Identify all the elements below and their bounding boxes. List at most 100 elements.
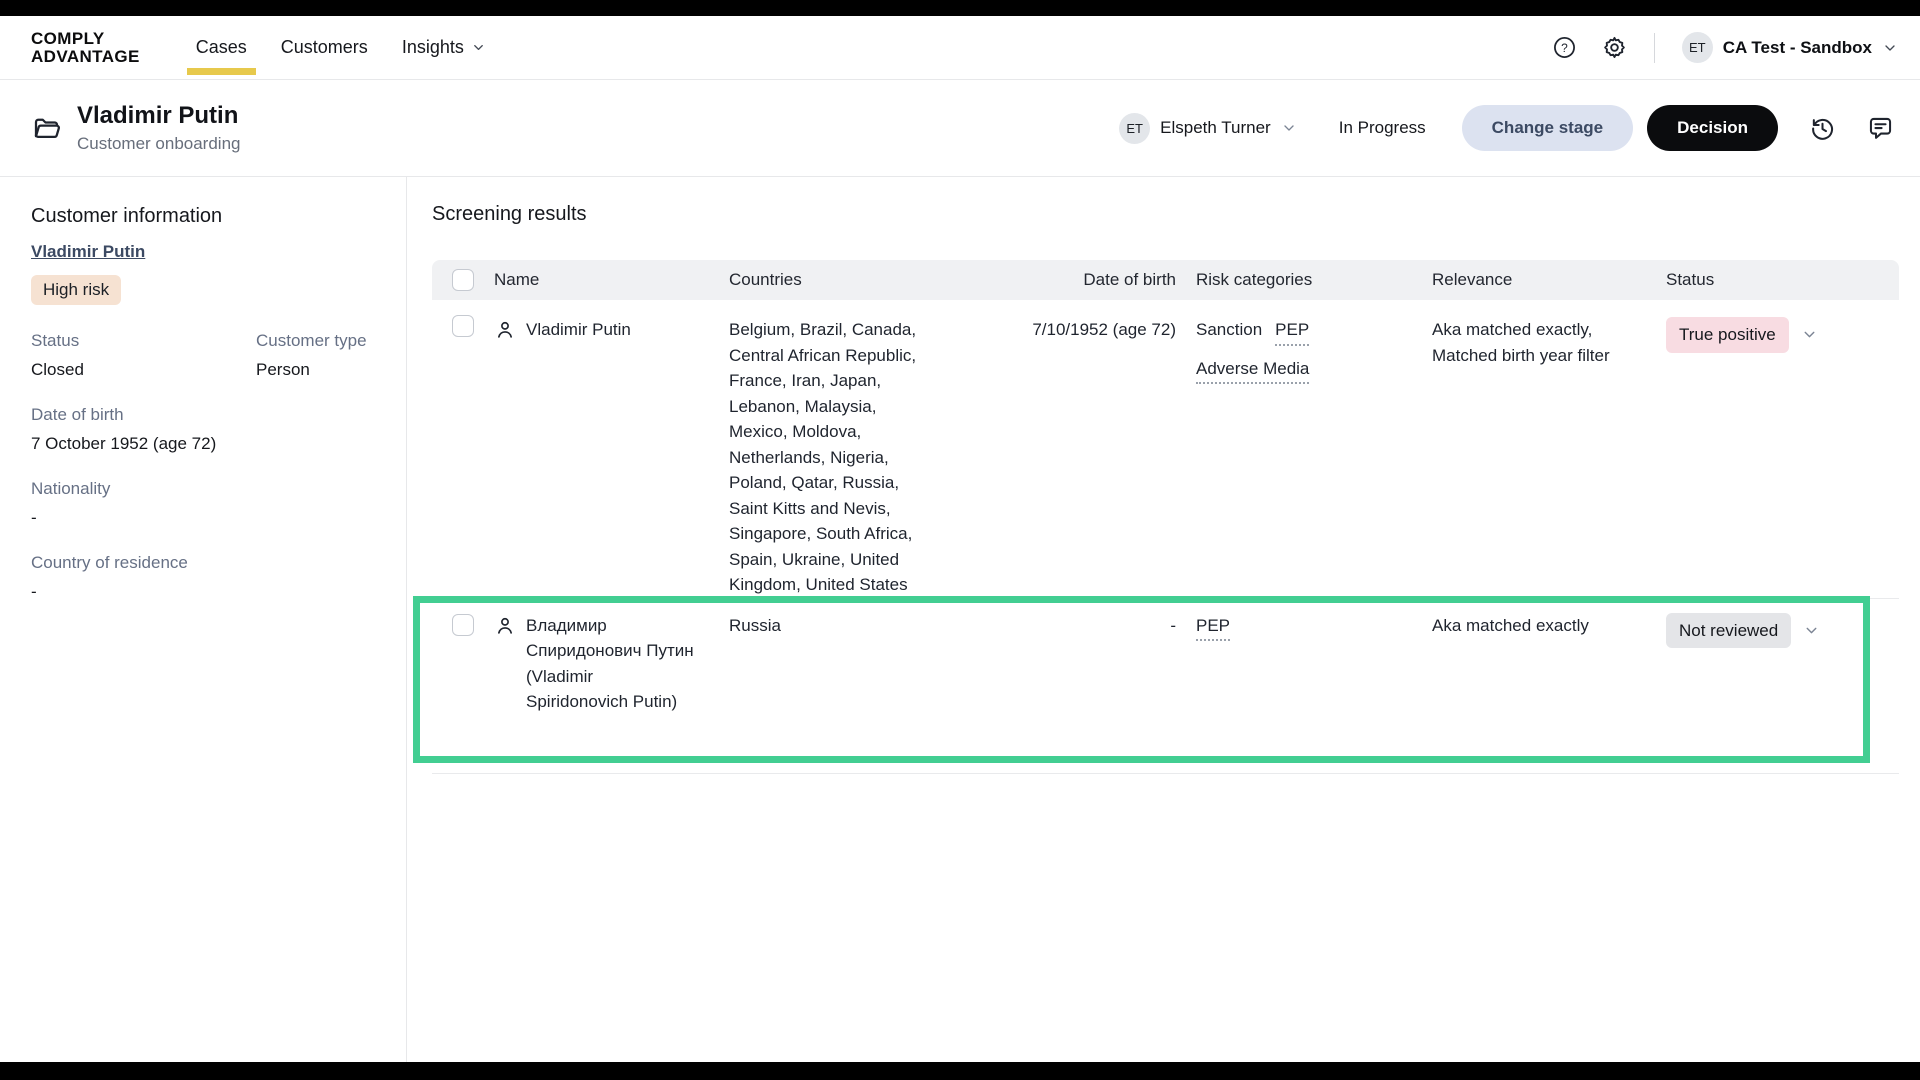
dob-cell: - (1170, 615, 1176, 635)
complyadvantage-logo: COMPLY ADVANTAGE (31, 30, 140, 65)
table-row[interactable]: Vladimir Putin Belgium, Brazil, Canada, … (432, 300, 1899, 599)
field-value: - (31, 582, 37, 601)
tab-insights[interactable]: Insights (402, 16, 486, 79)
person-icon (498, 321, 512, 338)
case-title-group: Vladimir Putin Customer onboarding (31, 102, 240, 154)
case-header: Vladimir Putin Customer onboarding ET El… (0, 80, 1920, 177)
countries-list: Belgium, Brazil, Canada, Central African… (729, 320, 917, 594)
risk-chip-sanction: Sanction (1196, 320, 1263, 339)
help-button[interactable]: ? (1552, 35, 1577, 60)
content-area: Customer information Vladimir Putin High… (0, 177, 1920, 1062)
screening-results-panel: Screening results Name Countries Date of… (407, 177, 1920, 1062)
column-header-countries: Countries (729, 270, 802, 289)
table-row[interactable]: Владимир Спиридонович Путин (Vladimir Sp… (432, 599, 1899, 774)
relevance-cell: Aka matched exactly, Matched birth year … (1414, 300, 1648, 368)
customer-profile-link[interactable]: Vladimir Putin (31, 242, 145, 262)
field-customer-type: Customer type Person (256, 331, 378, 380)
relevance-text: Aka matched exactly, Matched birth year … (1432, 320, 1610, 365)
chevron-down-icon (473, 45, 483, 50)
assignee-name: Elspeth Turner (1160, 118, 1271, 137)
top-black-strip (0, 0, 1920, 16)
risk-categories-cell: Sanction PEP Adverse Media (1176, 300, 1414, 384)
decision-button[interactable]: Decision (1647, 105, 1778, 151)
app-window: COMPLY ADVANTAGE Cases Customers Insight… (0, 0, 1920, 1080)
column-header-status: Status (1666, 270, 1715, 289)
assignee-avatar: ET (1119, 112, 1151, 144)
field-label: Customer type (256, 331, 367, 350)
page-title: Vladimir Putin (77, 102, 239, 129)
navbar-right: ? ET CA Test - Sandbox (1552, 32, 1898, 63)
tab-customers[interactable]: Customers (281, 16, 368, 79)
history-button[interactable] (1809, 115, 1836, 142)
field-nationality: Nationality - (31, 479, 378, 528)
field-country-of-residence: Country of residence - (31, 553, 378, 602)
comments-button[interactable] (1867, 115, 1894, 142)
risk-categories-cell: PEP (1176, 599, 1414, 641)
change-stage-button[interactable]: Change stage (1461, 105, 1634, 151)
column-header-dob: Date of birth (1083, 270, 1176, 289)
field-label: Nationality (31, 479, 111, 498)
sidebar-heading: Customer information (31, 205, 223, 227)
person-icon (498, 617, 512, 634)
tab-cases[interactable]: Cases (186, 16, 256, 79)
case-folder-icon (34, 118, 60, 138)
account-menu[interactable]: ET CA Test - Sandbox (1681, 32, 1898, 63)
column-header-risk: Risk categories (1196, 270, 1313, 289)
countries-list: Russia (729, 615, 781, 635)
navbar-divider (1653, 32, 1655, 63)
match-name: Vladimir Putin (526, 320, 631, 339)
case-stage-text: In Progress (1338, 118, 1426, 137)
chevron-down-icon (1885, 44, 1895, 51)
top-navbar: COMPLY ADVANTAGE Cases Customers Insight… (0, 16, 1920, 80)
field-label: Status (31, 331, 80, 350)
status-badge[interactable]: Not reviewed (1666, 612, 1792, 648)
sidebar-field-row: Status Closed Customer type Person (31, 331, 378, 380)
relevance-cell: Aka matched exactly (1414, 599, 1648, 639)
comment-bubble-icon (1869, 117, 1892, 139)
countries-cell: Belgium, Brazil, Canada, Central African… (729, 300, 989, 598)
tab-customers-label: Customers (280, 37, 368, 57)
risk-badge: High risk (31, 275, 122, 305)
case-actions: ET Elspeth Turner In Progress Change sta… (1119, 105, 1894, 151)
gear-icon (1603, 36, 1625, 59)
risk-chip-pep[interactable]: PEP (1196, 613, 1231, 641)
field-date-of-birth: Date of birth 7 October 1952 (age 72) (31, 405, 378, 454)
settings-button[interactable] (1602, 35, 1627, 60)
row-checkbox[interactable] (452, 613, 474, 636)
help-icon: ? (1553, 37, 1575, 58)
tab-cases-label: Cases (195, 37, 247, 57)
bottom-black-strip (0, 1062, 1920, 1080)
field-value: 7 October 1952 (age 72) (31, 434, 217, 453)
logo-line-2: ADVANTAGE (31, 46, 140, 66)
logo-line-1: COMPLY (31, 29, 105, 49)
column-header-name: Name (494, 270, 540, 289)
chevron-down-icon[interactable] (1801, 326, 1818, 343)
select-all-checkbox[interactable] (452, 269, 474, 291)
field-label: Date of birth (31, 405, 124, 424)
field-value: - (31, 508, 37, 527)
field-value: Person (256, 360, 310, 379)
relevance-text: Aka matched exactly (1432, 615, 1589, 635)
name-cell: Vladimir Putin (494, 300, 729, 343)
screening-results-table: Name Countries Date of birth Risk catego… (432, 260, 1899, 774)
customer-info-sidebar: Customer information Vladimir Putin High… (0, 177, 407, 1062)
match-name: Владимир Спиридонович Путин (Vladimir Sp… (526, 615, 694, 712)
status-badge[interactable]: True positive (1666, 317, 1789, 353)
status-cell: Not reviewed (1648, 599, 1899, 648)
risk-chip-adverse-media[interactable]: Adverse Media (1196, 356, 1310, 384)
risk-chip-pep[interactable]: PEP (1275, 317, 1310, 346)
case-subtitle: Customer onboarding (77, 134, 241, 153)
dob-cell: 7/10/1952 (age 72) (1032, 320, 1176, 339)
history-clock-icon (1812, 118, 1834, 140)
screening-results-heading: Screening results (432, 203, 587, 225)
account-label: CA Test - Sandbox (1722, 37, 1872, 57)
svg-text:?: ? (1561, 41, 1568, 55)
chevron-down-icon (1284, 125, 1294, 131)
name-cell: Владимир Спиридонович Путин (Vladimir Sp… (494, 599, 729, 715)
assignee-selector[interactable]: ET Elspeth Turner (1119, 112, 1297, 144)
chevron-down-icon[interactable] (1803, 622, 1820, 639)
countries-cell: Russia (729, 599, 989, 639)
status-cell: True positive (1648, 300, 1899, 353)
account-avatar: ET (1681, 32, 1713, 63)
row-checkbox[interactable] (452, 315, 474, 337)
